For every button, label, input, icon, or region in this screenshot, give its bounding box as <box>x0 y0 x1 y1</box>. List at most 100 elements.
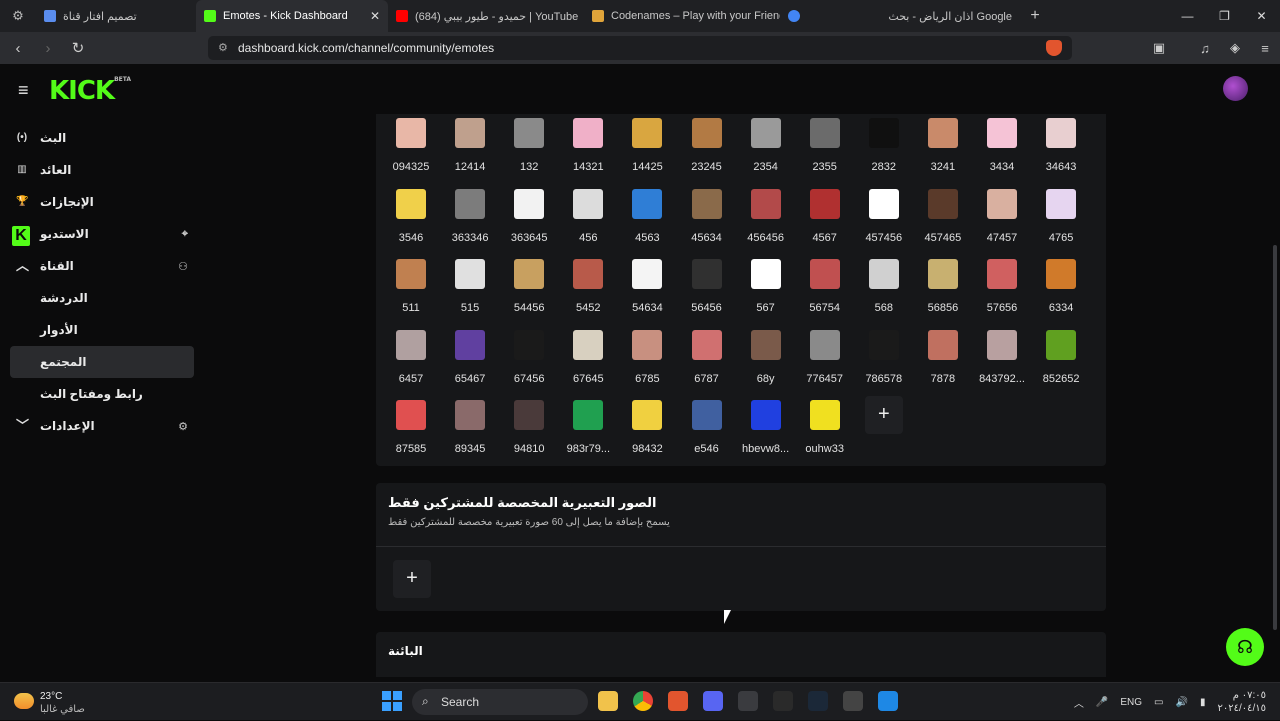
browser-tab[interactable]: Codenames – Play with your Friends <box>584 0 780 32</box>
hamburger-menu-icon[interactable]: ≡ <box>18 80 29 101</box>
emote-tile[interactable]: ouhw33 <box>797 400 853 455</box>
emote-tile[interactable]: 4765 <box>1033 188 1089 244</box>
emote-tile[interactable]: 457456 <box>856 188 912 244</box>
help-button[interactable]: ☊ <box>1226 628 1264 666</box>
sidebar-item-channel[interactable]: ︿ القناة ⚇ <box>0 250 200 282</box>
browser-tab[interactable]: حميدو - طيور بيبي (684) | YouTube <box>388 0 584 32</box>
emote-tile[interactable]: hbevw8... <box>738 400 794 455</box>
emote-tile[interactable]: 7878 <box>915 329 971 385</box>
new-tab-icon[interactable]: + <box>1020 7 1050 25</box>
emote-tile[interactable]: 6785 <box>619 329 675 385</box>
emote-tile[interactable]: 68y <box>738 329 794 385</box>
wallet-icon[interactable]: ▣ <box>1144 40 1174 56</box>
emote-tile[interactable]: 4567 <box>797 188 853 244</box>
weather-widget[interactable]: 23°C صافي غالبا <box>14 689 124 715</box>
add-subscriber-emote-button[interactable]: + <box>393 560 431 598</box>
emote-tile[interactable]: 852652 <box>1033 329 1089 385</box>
discord-icon[interactable] <box>703 691 723 711</box>
menu-icon[interactable]: ≡ <box>1250 41 1280 56</box>
emote-tile[interactable]: 45634 <box>679 188 735 244</box>
close-tab-icon[interactable]: ✕ <box>360 9 380 23</box>
emote-tile[interactable]: 2832 <box>856 118 912 173</box>
brave-shield-icon[interactable] <box>1046 40 1062 56</box>
battery-icon[interactable]: ▮ <box>1200 697 1206 708</box>
emote-tile[interactable]: 3241 <box>915 118 971 173</box>
sidebar-item-roles[interactable]: الأدوار <box>0 314 200 346</box>
emote-tile[interactable]: 2354 <box>738 118 794 173</box>
mic-icon[interactable]: 🎤 <box>1096 697 1108 708</box>
page-scrollbar[interactable] <box>1273 245 1277 630</box>
sidebar-item-studio[interactable]: K الاستديو ⌖ <box>0 218 200 250</box>
emote-tile[interactable]: 6457 <box>383 329 439 385</box>
volume-icon[interactable]: 🔊 <box>1176 697 1188 708</box>
media-icon[interactable]: ♫ <box>1190 41 1220 56</box>
sidebar-item-revenue[interactable]: ▥ العائد <box>0 154 200 186</box>
browser-tab[interactable]: تصميم افتار قناة <box>36 0 196 32</box>
taskbar-search[interactable]: ⌕ Search <box>412 689 588 715</box>
emote-tile[interactable]: 843792... <box>974 329 1030 385</box>
emote-tile[interactable]: 094325 <box>383 118 439 173</box>
emote-tile[interactable]: 567 <box>738 259 794 314</box>
emote-tile[interactable]: 98432 <box>619 400 675 455</box>
emote-tile[interactable]: 56456 <box>679 259 735 314</box>
browser-tab-active[interactable]: Emotes - Kick Dashboard ✕ <box>196 0 388 32</box>
emote-tile[interactable]: 67456 <box>501 329 557 385</box>
emote-tile[interactable]: 457465 <box>915 188 971 244</box>
emote-tile[interactable]: 2355 <box>797 118 853 173</box>
emote-tile[interactable]: 568 <box>856 259 912 314</box>
emote-tile[interactable]: 511 <box>383 259 439 314</box>
emote-tile[interactable]: 54456 <box>501 259 557 314</box>
emote-tile[interactable]: 515 <box>442 259 498 314</box>
browser-tab[interactable] <box>780 0 840 32</box>
restore-icon[interactable]: ❐ <box>1206 9 1243 23</box>
add-emote-button[interactable]: + <box>864 396 903 434</box>
windows-start-icon[interactable] <box>382 691 402 711</box>
site-info-icon[interactable]: ⚙ <box>218 41 228 54</box>
app-icon[interactable] <box>843 691 863 711</box>
chrome-icon[interactable] <box>633 691 653 711</box>
emote-tile[interactable]: e546 <box>679 400 735 455</box>
emote-tile[interactable]: 456456 <box>738 188 794 244</box>
emote-tile[interactable]: 56754 <box>797 259 853 314</box>
back-icon[interactable]: ‹ <box>6 40 30 57</box>
xbox-icon[interactable] <box>738 691 758 711</box>
sidebar-item-chat[interactable]: الدردشة <box>0 282 200 314</box>
emote-tile[interactable]: 65467 <box>442 329 498 385</box>
emote-tile[interactable]: 14425 <box>619 118 675 173</box>
forward-icon[interactable]: › <box>36 40 60 57</box>
language-indicator[interactable]: ENG <box>1120 697 1142 708</box>
network-icon[interactable]: ▭ <box>1154 697 1163 708</box>
emote-tile[interactable]: 54634 <box>619 259 675 314</box>
emote-tile[interactable]: 94810 <box>501 400 557 455</box>
sidebar-item-stream[interactable]: (•) البث <box>0 122 200 154</box>
file-explorer-icon[interactable] <box>598 691 618 711</box>
minimize-icon[interactable]: — <box>1169 9 1206 23</box>
app-icon[interactable] <box>878 691 898 711</box>
emote-tile[interactable]: 6787 <box>679 329 735 385</box>
emote-tile[interactable]: 4563 <box>619 188 675 244</box>
sidebar-item-community[interactable]: المجتمع <box>10 346 194 378</box>
emote-tile[interactable]: 786578 <box>856 329 912 385</box>
clock[interactable]: ٠٧:٠٥ م ٢٠٢٤/٠٤/١٥ <box>1217 689 1266 715</box>
emote-tile[interactable]: 363346 <box>442 188 498 244</box>
emote-tile[interactable]: 47457 <box>974 188 1030 244</box>
emote-tile[interactable]: 87585 <box>383 400 439 455</box>
emote-tile[interactable]: 6334 <box>1033 259 1089 314</box>
emote-tile[interactable]: 132 <box>501 118 557 173</box>
sidebar-item-achievements[interactable]: 🏆 الإنجازات <box>0 186 200 218</box>
emote-tile[interactable]: 56856 <box>915 259 971 314</box>
brave-icon[interactable] <box>668 691 688 711</box>
emote-tile[interactable]: 5452 <box>560 259 616 314</box>
emote-tile[interactable]: 23245 <box>679 118 735 173</box>
emote-tile[interactable]: 363645 <box>501 188 557 244</box>
emote-tile[interactable]: 12414 <box>442 118 498 173</box>
emote-tile[interactable]: 776457 <box>797 329 853 385</box>
kick-logo[interactable]: KICKBETA <box>49 76 131 106</box>
close-window-icon[interactable]: ✕ <box>1243 9 1280 23</box>
emote-tile[interactable]: 67645 <box>560 329 616 385</box>
emote-tile[interactable]: 983r79... <box>560 400 616 455</box>
steam-icon[interactable] <box>808 691 828 711</box>
browser-tab[interactable]: اذان الرياض - بحث Google <box>840 0 1020 32</box>
reload-icon[interactable]: ↻ <box>66 39 90 57</box>
sidebar-item-settings[interactable]: ﹀ الإعدادات ⚙ <box>0 410 200 442</box>
